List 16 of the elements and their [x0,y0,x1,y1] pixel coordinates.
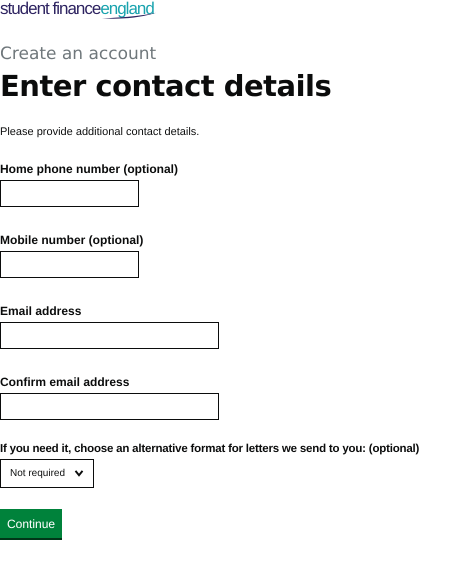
input-field[interactable] [0,180,139,207]
field-label: Mobile number (optional) [0,233,144,247]
input-field[interactable] [0,393,219,420]
field-label: Confirm email address [0,375,130,389]
input-field[interactable] [0,251,139,278]
continue-button[interactable]: Continue [0,509,62,538]
field-label: Email address [0,304,82,318]
logo[interactable]: student financeengland [0,0,154,20]
page-heading: Enter contact details [0,68,332,104]
field-label: If you need it, choose an alternative format for letters we send to you: (optional) [0,442,420,456]
page-caption: Create an account [0,43,156,65]
format-dropdown[interactable]: Not required [0,459,94,488]
chevron-down-icon [74,470,84,477]
intro-text: Please provide additional contact details. [0,125,200,139]
field-label: Home phone number (optional) [0,162,178,176]
input-field[interactable] [0,322,219,349]
